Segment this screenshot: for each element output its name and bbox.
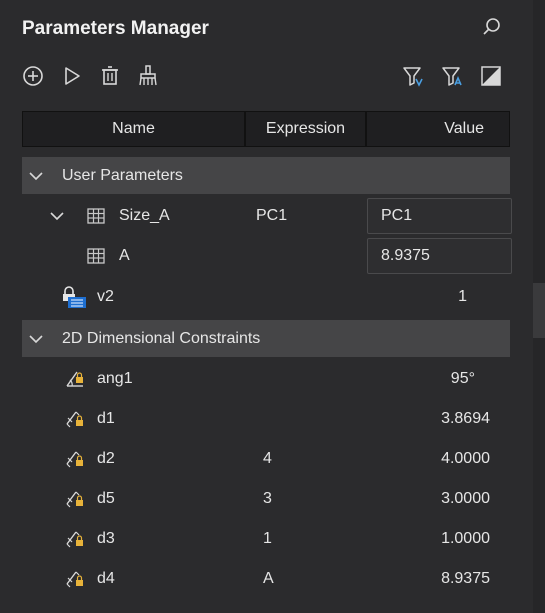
param-name: d2 — [97, 450, 115, 467]
table-row-d3[interactable]: d3 1 1.0000 — [22, 519, 510, 559]
table-row-size-a[interactable]: Size_A PC1 PC1 — [22, 196, 512, 236]
table-row-ang1[interactable]: ang1 95° — [22, 359, 510, 399]
param-expression[interactable]: A — [263, 559, 274, 599]
dimension-constraint-icon — [64, 439, 86, 479]
column-header-name-label: Name — [112, 120, 155, 137]
param-expression[interactable]: PC1 — [256, 196, 287, 236]
table-row-d5[interactable]: d5 3 3.0000 — [22, 479, 510, 519]
table-row-v2[interactable]: v2 1 — [22, 277, 510, 317]
table-row-a[interactable]: A 8.9375 — [22, 236, 512, 276]
param-value[interactable]: 3.8694 — [441, 399, 490, 439]
param-value[interactable]: 1 — [458, 277, 467, 317]
toggle-icon[interactable] — [479, 64, 503, 88]
param-name: d4 — [97, 570, 115, 587]
filter-icon[interactable] — [401, 64, 425, 88]
param-expression[interactable]: 3 — [263, 479, 272, 519]
panel-title: Parameters Manager — [22, 18, 209, 39]
table-icon — [87, 236, 105, 276]
param-value[interactable]: 1.0000 — [441, 519, 490, 559]
chevron-down-icon[interactable] — [28, 157, 44, 194]
param-name: ang1 — [97, 370, 133, 387]
param-expression[interactable]: 4 — [263, 439, 272, 479]
add-icon[interactable] — [21, 64, 45, 88]
param-expression[interactable]: 1 — [263, 519, 272, 559]
table-row-d1[interactable]: d1 3.8694 — [22, 399, 510, 439]
play-icon[interactable] — [60, 64, 84, 88]
filter-expression-icon[interactable] — [440, 64, 464, 88]
locked-list-icon — [61, 277, 87, 317]
column-header-name[interactable]: Name — [22, 111, 245, 147]
dimension-constraint-icon — [64, 519, 86, 559]
group-header-user-parameters[interactable]: User Parameters — [22, 157, 510, 194]
scrollbar-thumb[interactable] — [533, 283, 545, 338]
dimension-constraint-icon — [64, 399, 86, 439]
search-icon[interactable] — [481, 16, 503, 38]
param-name: d3 — [97, 530, 115, 547]
column-header-value[interactable]: Value — [366, 111, 510, 147]
value-input[interactable]: PC1 — [367, 198, 512, 234]
column-header-expression[interactable]: Expression — [245, 111, 366, 147]
param-name: d1 — [97, 410, 115, 427]
column-header-value-label: Value — [444, 120, 484, 137]
angular-constraint-icon — [64, 359, 86, 399]
column-header-expression-label: Expression — [265, 120, 346, 137]
param-name: Size_A — [119, 207, 170, 224]
group-label: User Parameters — [62, 166, 183, 184]
group-label: 2D Dimensional Constraints — [62, 329, 261, 347]
value-input[interactable]: 8.9375 — [367, 238, 512, 274]
param-value[interactable]: 8.9375 — [441, 559, 490, 599]
dimension-constraint-icon — [64, 559, 86, 599]
chevron-down-icon[interactable] — [28, 320, 44, 357]
dimension-constraint-icon — [64, 479, 86, 519]
param-name: d5 — [97, 490, 115, 507]
param-value[interactable]: 95° — [451, 359, 475, 399]
table-row-d4[interactable]: d4 A 8.9375 — [22, 559, 510, 599]
table-icon — [87, 196, 105, 236]
group-header-2d-dimensional-constraints[interactable]: 2D Dimensional Constraints — [22, 320, 510, 357]
param-name: v2 — [97, 288, 114, 305]
chevron-down-icon[interactable] — [49, 196, 65, 236]
param-name: A — [119, 247, 130, 264]
param-value[interactable]: 3.0000 — [441, 479, 490, 519]
table-row-d2[interactable]: d2 4 4.0000 — [22, 439, 510, 479]
delete-icon[interactable] — [98, 64, 122, 88]
param-value[interactable]: 4.0000 — [441, 439, 490, 479]
purge-icon[interactable] — [136, 64, 160, 88]
